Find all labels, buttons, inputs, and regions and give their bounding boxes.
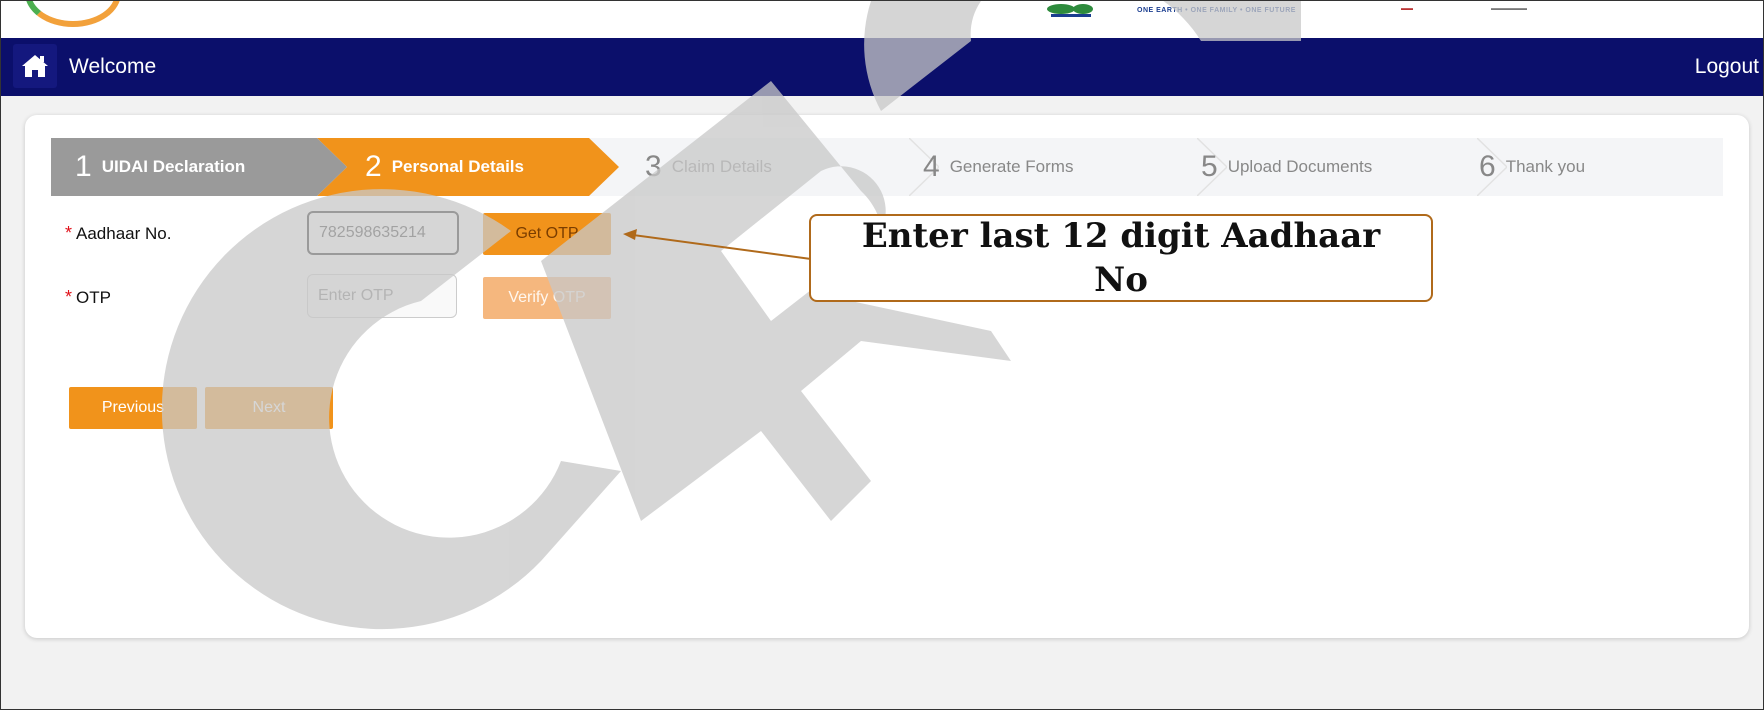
step-number: 3	[645, 150, 662, 183]
step-label: Upload Documents	[1227, 157, 1373, 176]
step-uidai-declaration[interactable]: 1 UIDAI Declaration	[51, 138, 317, 196]
required-mark: *	[65, 287, 73, 307]
otp-label-text: OTP	[76, 288, 111, 307]
step-label: Generate Forms	[949, 157, 1074, 176]
site-logo	[25, 1, 121, 27]
step-number: 1	[75, 150, 92, 183]
logout-link[interactable]: Logout	[1695, 55, 1759, 79]
aadhaar-label: * Aadhaar No.	[65, 223, 171, 244]
step-label: Personal Details	[391, 157, 524, 176]
step-thank-you[interactable]: 6 Thank you	[1479, 138, 1699, 196]
home-icon	[22, 55, 48, 77]
partner-logo-text: ▬▬	[1401, 6, 1413, 12]
step-divider	[317, 138, 347, 196]
step-label: UIDAI Declaration	[101, 157, 246, 176]
step-upload-documents[interactable]: 5 Upload Documents	[1201, 138, 1471, 196]
callout-line-1: Enter last 12 digit Aadhaar	[861, 215, 1381, 256]
step-label: Claim Details	[671, 157, 772, 176]
partner-logo-text-2: ▬▬▬▬▬▬	[1491, 6, 1527, 12]
otp-input[interactable]: Enter OTP	[307, 274, 457, 318]
top-banner: ONE EARTH • ONE FAMILY • ONE FUTURE ▬▬ ▬…	[1, 1, 1763, 38]
required-mark: *	[65, 223, 73, 243]
step-label: Thank you	[1505, 157, 1586, 176]
verify-otp-button[interactable]: Verify OTP	[483, 277, 611, 319]
top-navbar: Welcome Logout	[1, 38, 1763, 96]
step-number: 4	[923, 150, 940, 183]
callout-arrow-icon	[623, 229, 812, 260]
get-otp-button[interactable]: Get OTP	[483, 213, 611, 255]
step-claim-details[interactable]: 3 Claim Details	[645, 138, 895, 196]
instruction-callout: Enter last 12 digit Aadhaar No	[809, 214, 1433, 302]
step-number: 2	[365, 150, 382, 183]
next-button[interactable]: Next	[205, 387, 333, 429]
previous-button[interactable]: Previous	[69, 387, 197, 429]
step-generate-forms[interactable]: 4 Generate Forms	[923, 138, 1193, 196]
home-button[interactable]	[13, 44, 57, 88]
wizard-stepper: 1 UIDAI Declaration 2 Personal Details 3…	[51, 138, 1723, 196]
g20-tagline: ONE EARTH • ONE FAMILY • ONE FUTURE	[1137, 7, 1296, 14]
aadhaar-input[interactable]: 782598635214	[307, 211, 459, 255]
aadhaar-label-text: Aadhaar No.	[76, 224, 172, 243]
step-number: 6	[1479, 150, 1496, 183]
step-number: 5	[1201, 150, 1218, 183]
step-personal-details[interactable]: 2 Personal Details	[365, 138, 605, 196]
otp-label: * OTP	[65, 287, 111, 308]
welcome-text: Welcome	[69, 55, 157, 78]
callout-line-2: No	[1094, 260, 1148, 300]
app-frame: ONE EARTH • ONE FAMILY • ONE FUTURE ▬▬ ▬…	[0, 0, 1764, 710]
g20-emblem-icon	[1047, 4, 1093, 17]
